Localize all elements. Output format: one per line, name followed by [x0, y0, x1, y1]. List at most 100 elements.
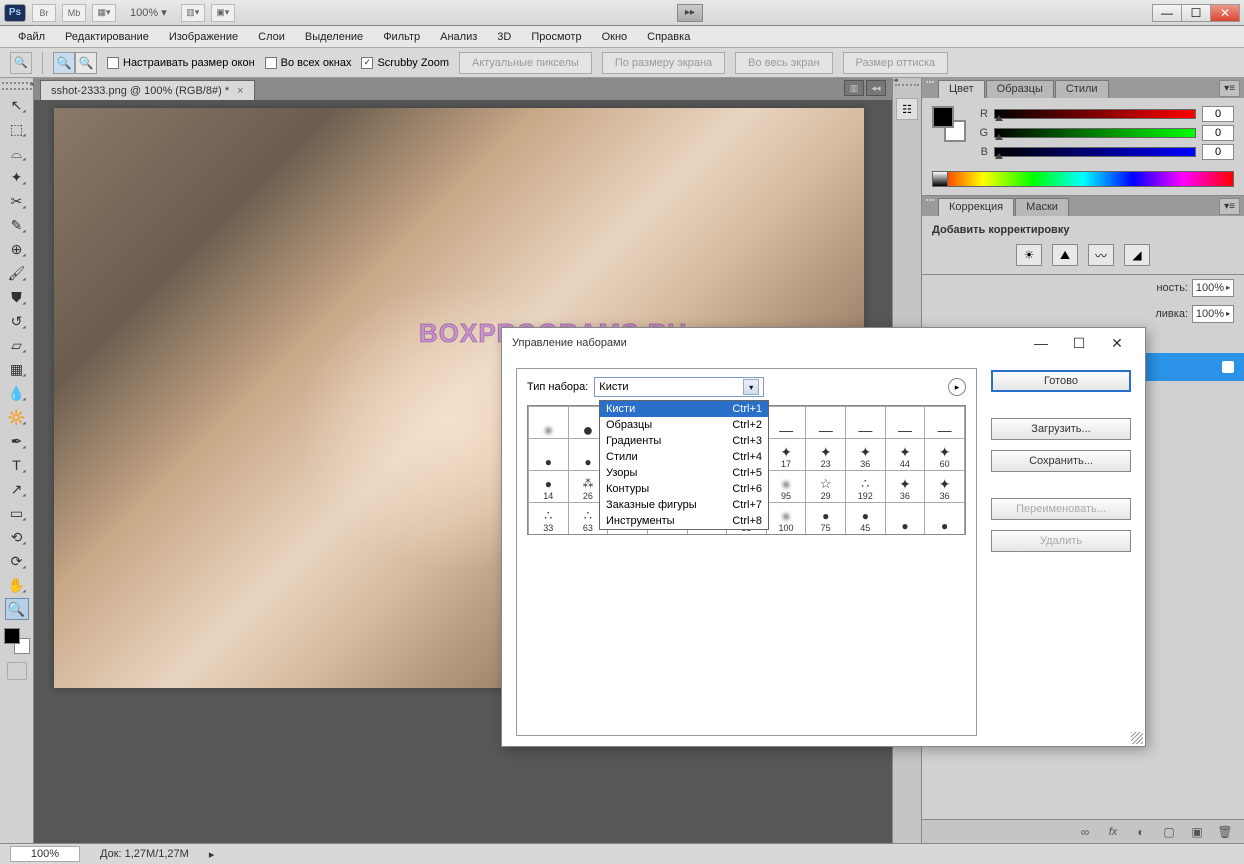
- zoom-out-icon[interactable]: 🔍: [75, 52, 97, 74]
- fill-value[interactable]: 100%▸: [1192, 305, 1234, 323]
- r-slider[interactable]: [994, 109, 1196, 119]
- rename-button[interactable]: Переименовать...: [991, 498, 1131, 520]
- zoom-select[interactable]: 100% ▾: [130, 6, 167, 19]
- dropdown-item-styles[interactable]: СтилиCtrl+4: [600, 449, 768, 465]
- eraser-tool[interactable]: ▱: [5, 334, 29, 356]
- status-arrow-icon[interactable]: ▸: [209, 848, 215, 861]
- levels-adjustment-icon[interactable]: ⛰: [1052, 244, 1078, 266]
- menu-layer[interactable]: Слои: [248, 28, 295, 46]
- b-slider[interactable]: [994, 147, 1196, 157]
- dock-handle[interactable]: [895, 84, 919, 92]
- dropdown-item-tools[interactable]: ИнструментыCtrl+8: [600, 513, 768, 529]
- resize-grip[interactable]: [1131, 732, 1143, 744]
- r-value[interactable]: 0: [1202, 106, 1234, 122]
- preset-flyout-button[interactable]: ▸: [948, 378, 966, 396]
- preset-type-combo[interactable]: Кисти ▾: [594, 377, 764, 397]
- exposure-adjustment-icon[interactable]: ◢: [1124, 244, 1150, 266]
- actual-pixels-button[interactable]: Актуальные пикселы: [459, 52, 592, 74]
- menu-window[interactable]: Окно: [592, 28, 638, 46]
- zoom-in-icon[interactable]: 🔍: [53, 52, 75, 74]
- current-tool-icon[interactable]: 🔍: [10, 52, 32, 74]
- window-close-button[interactable]: ✕: [1210, 4, 1240, 22]
- close-tab-icon[interactable]: ×: [237, 85, 243, 97]
- dialog-close-button[interactable]: ✕: [1099, 330, 1135, 356]
- dodge-tool[interactable]: 🔆: [5, 406, 29, 428]
- color-fg-bg-swatch[interactable]: [932, 106, 966, 146]
- tab-styles[interactable]: Стили: [1055, 80, 1109, 98]
- crop-tool[interactable]: ✂: [5, 190, 29, 212]
- 3d-camera-tool[interactable]: ⟳: [5, 550, 29, 572]
- tab-color[interactable]: Цвет: [938, 80, 985, 98]
- delete-layer-icon[interactable]: 🗑: [1216, 824, 1234, 840]
- eyedropper-tool[interactable]: ✎: [5, 214, 29, 236]
- scrubby-zoom-checkbox[interactable]: Scrubby Zoom: [361, 57, 449, 69]
- menu-edit[interactable]: Редактирование: [55, 28, 159, 46]
- menu-filter[interactable]: Фильтр: [373, 28, 430, 46]
- opacity-value[interactable]: 100%▸: [1192, 279, 1234, 297]
- lasso-tool[interactable]: ⌓: [5, 142, 29, 164]
- link-layers-icon[interactable]: ∞: [1076, 824, 1094, 840]
- menu-3d[interactable]: 3D: [487, 28, 521, 46]
- tab-masks[interactable]: Маски: [1015, 198, 1069, 216]
- window-maximize-button[interactable]: ☐: [1181, 4, 1211, 22]
- type-tool[interactable]: T: [5, 454, 29, 476]
- window-minimize-button[interactable]: —: [1152, 4, 1182, 22]
- dropdown-item-swatches[interactable]: ОбразцыCtrl+2: [600, 417, 768, 433]
- quick-mask-toggle[interactable]: [7, 662, 27, 680]
- menu-view[interactable]: Просмотр: [521, 28, 591, 46]
- menu-file[interactable]: Файл: [8, 28, 55, 46]
- g-slider[interactable]: [994, 128, 1196, 138]
- panel-menu-icon[interactable]: ▾≡: [1219, 198, 1240, 215]
- arrange-docs-button[interactable]: ▥▾: [181, 4, 205, 22]
- brush-tool[interactable]: 🖌: [5, 262, 29, 284]
- minibridge-button[interactable]: Mb: [62, 4, 86, 22]
- shape-tool[interactable]: ▭: [5, 502, 29, 524]
- dialog-titlebar[interactable]: Управление наборами — ☐ ✕: [502, 328, 1145, 358]
- 3d-tool[interactable]: ⟲: [5, 526, 29, 548]
- dropdown-item-contours[interactable]: КонтурыCtrl+6: [600, 481, 768, 497]
- combo-arrow-icon[interactable]: ▾: [743, 379, 759, 395]
- load-button[interactable]: Загрузить...: [991, 418, 1131, 440]
- menu-analysis[interactable]: Анализ: [430, 28, 487, 46]
- print-size-button[interactable]: Размер оттиска: [843, 52, 949, 74]
- tab-adjustments[interactable]: Коррекция: [938, 198, 1014, 216]
- wand-tool[interactable]: ✦: [5, 166, 29, 188]
- screen-mode-button[interactable]: ▦▾: [92, 4, 116, 22]
- collapse-panels-button[interactable]: ▸▸: [677, 4, 703, 22]
- screen-arrange-button[interactable]: ▣▾: [211, 4, 235, 22]
- all-windows-checkbox[interactable]: Во всех окнах: [265, 57, 352, 69]
- path-select-tool[interactable]: ↗: [5, 478, 29, 500]
- delete-button[interactable]: Удалить: [991, 530, 1131, 552]
- history-brush-tool[interactable]: ↺: [5, 310, 29, 332]
- blur-tool[interactable]: 💧: [5, 382, 29, 404]
- resize-windows-checkbox[interactable]: Настраивать размер окон: [107, 57, 255, 69]
- status-zoom[interactable]: 100%: [10, 846, 80, 862]
- dropdown-item-shapes[interactable]: Заказные фигурыCtrl+7: [600, 497, 768, 513]
- pen-tool[interactable]: ✒: [5, 430, 29, 452]
- b-value[interactable]: 0: [1202, 144, 1234, 160]
- healing-tool[interactable]: ⊕: [5, 238, 29, 260]
- dialog-maximize-button[interactable]: ☐: [1061, 330, 1097, 356]
- new-group-icon[interactable]: ▢: [1160, 824, 1178, 840]
- move-tool[interactable]: ↖: [5, 94, 29, 116]
- tab-swatches[interactable]: Образцы: [986, 80, 1054, 98]
- dropdown-item-brushes[interactable]: КистиCtrl+1: [600, 401, 768, 417]
- g-value[interactable]: 0: [1202, 125, 1234, 141]
- save-button[interactable]: Сохранить...: [991, 450, 1131, 472]
- brightness-adjustment-icon[interactable]: ☀: [1016, 244, 1042, 266]
- done-button[interactable]: Готово: [991, 370, 1131, 392]
- doc-arrange-icon[interactable]: ▥: [844, 80, 864, 96]
- marquee-tool[interactable]: ⬚: [5, 118, 29, 140]
- panel-menu-icon[interactable]: ▾≡: [1219, 80, 1240, 97]
- toolbox-handle[interactable]: [2, 82, 32, 90]
- full-screen-button[interactable]: Во весь экран: [735, 52, 832, 74]
- stamp-tool[interactable]: ⛊: [5, 286, 29, 308]
- doc-expand-icon[interactable]: ◂◂: [866, 80, 886, 96]
- gradient-tool[interactable]: ▦: [5, 358, 29, 380]
- curves-adjustment-icon[interactable]: 〰: [1088, 244, 1114, 266]
- bridge-button[interactable]: Br: [32, 4, 56, 22]
- zoom-tool[interactable]: 🔍: [5, 598, 29, 620]
- history-dock-icon[interactable]: ☷: [896, 98, 918, 120]
- hand-tool[interactable]: ✋: [5, 574, 29, 596]
- new-layer-icon[interactable]: ▣: [1188, 824, 1206, 840]
